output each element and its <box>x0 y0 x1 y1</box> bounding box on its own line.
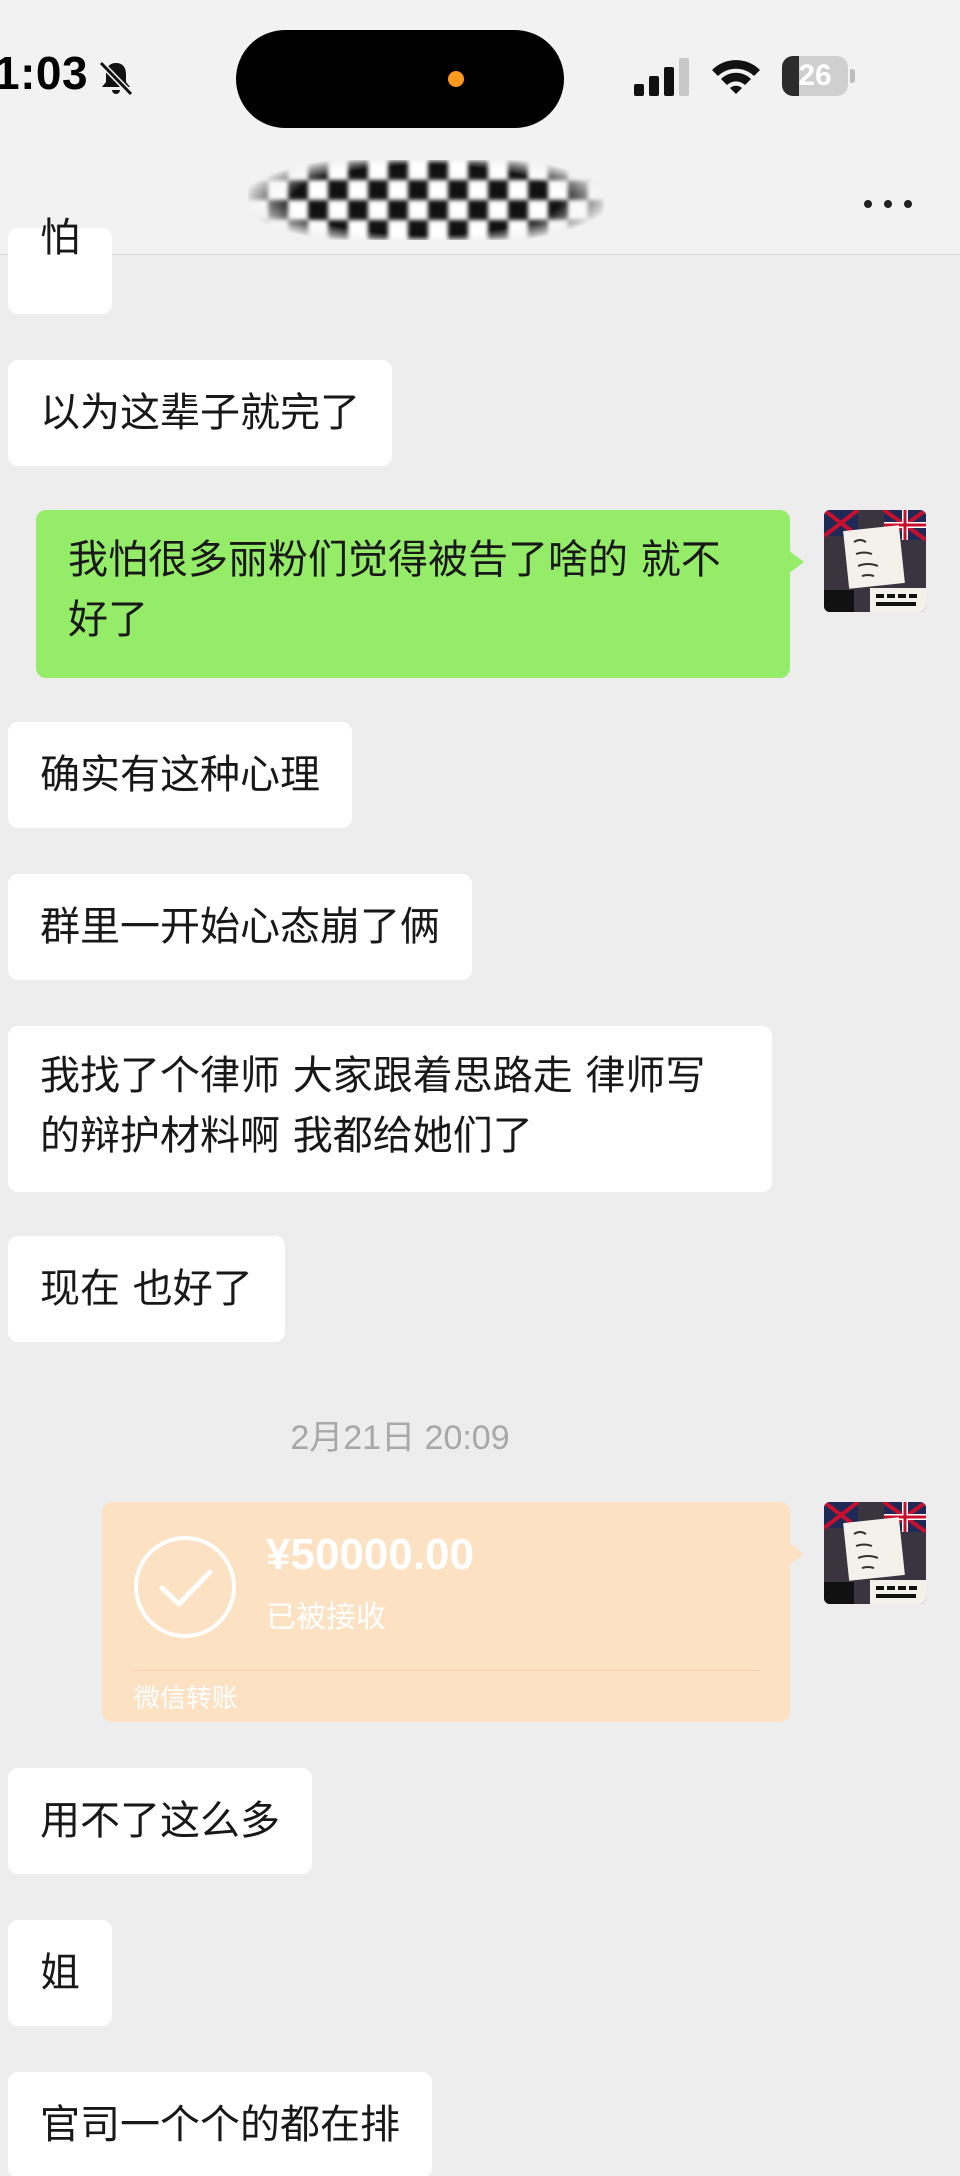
message-bubble-received[interactable]: 群里一开始心态崩了俩 <box>8 874 472 980</box>
message-bubble-received[interactable]: 现在 也好了 <box>8 1236 285 1342</box>
more-dots-icon <box>884 200 892 208</box>
message-bubble-sent[interactable]: 我怕很多丽粉们觉得被告了啥的 就不好了 <box>36 510 804 678</box>
message-text: 群里一开始心态崩了俩 <box>40 904 440 950</box>
avatar-image <box>824 510 926 612</box>
chat-header <box>0 150 960 255</box>
transfer-amount: ¥50000.00 <box>266 1530 474 1579</box>
message-bubble-received[interactable]: 确实有这种心理 <box>8 722 352 828</box>
transfer-divider <box>132 1670 760 1671</box>
wifi-icon <box>712 60 760 94</box>
message-bubble-received[interactable]: 以为这辈子就完了 <box>8 360 392 466</box>
message-bubble-received[interactable]: 官司一个个的都在排 <box>8 2072 432 2176</box>
check-circle-icon <box>134 1536 236 1638</box>
message-text: 以为这辈子就完了 <box>40 390 360 436</box>
more-dots-icon <box>904 200 912 208</box>
message-text: 用不了这么多 <box>40 1798 280 1844</box>
message-bubble-received[interactable]: 用不了这么多 <box>8 1768 312 1874</box>
message-text: 我怕很多丽粉们觉得被告了啥的 就不好了 <box>68 537 721 643</box>
wechat-transfer-card[interactable]: ¥50000.00 已被接收 微信转账 <box>102 1502 804 1722</box>
battery-level: 26 <box>798 59 832 92</box>
transfer-label: 微信转账 <box>134 1684 239 1714</box>
message-text: 我找了个律师 大家跟着思路走 律师写的辩护材料啊 我都给她们了 <box>40 1053 706 1159</box>
message-bubble-received[interactable]: 我找了个律师 大家跟着思路走 律师写的辩护材料啊 我都给她们了 <box>8 1026 772 1192</box>
dynamic-island <box>236 30 564 128</box>
more-button[interactable] <box>858 186 918 222</box>
message-text: 怕 <box>40 215 80 261</box>
avatar[interactable] <box>824 510 926 612</box>
censored-contact-name <box>248 160 604 240</box>
chat-screen: 1:03 26 怕 以为这辈子就完了 我怕很多丽粉们觉得被告了啥的 就不好了 确… <box>0 0 960 2176</box>
battery-icon: 26 <box>782 56 856 96</box>
battery-body: 26 <box>782 56 848 96</box>
message-bubble-received[interactable]: 姐 <box>8 1920 112 2026</box>
battery-nub <box>850 69 855 83</box>
message-text: 现在 也好了 <box>40 1266 253 1312</box>
more-dots-icon <box>864 200 872 208</box>
avatar[interactable] <box>824 1502 926 1604</box>
transfer-status: 已被接收 <box>266 1600 386 1635</box>
avatar-image <box>824 1502 926 1604</box>
privacy-indicator-dot <box>448 71 464 87</box>
status-bar: 1:03 26 <box>0 0 960 150</box>
cellular-signal-icon <box>634 58 689 96</box>
message-text: 确实有这种心理 <box>40 752 320 798</box>
message-bubble-received[interactable]: 怕 <box>8 215 112 314</box>
message-text: 官司一个个的都在排 <box>40 2102 400 2148</box>
status-time: 1:03 <box>0 47 89 99</box>
message-text: 姐 <box>40 1950 80 1996</box>
message-timestamp: 2月21日 20:09 <box>290 1419 510 1457</box>
bell-muted-icon <box>98 60 134 97</box>
